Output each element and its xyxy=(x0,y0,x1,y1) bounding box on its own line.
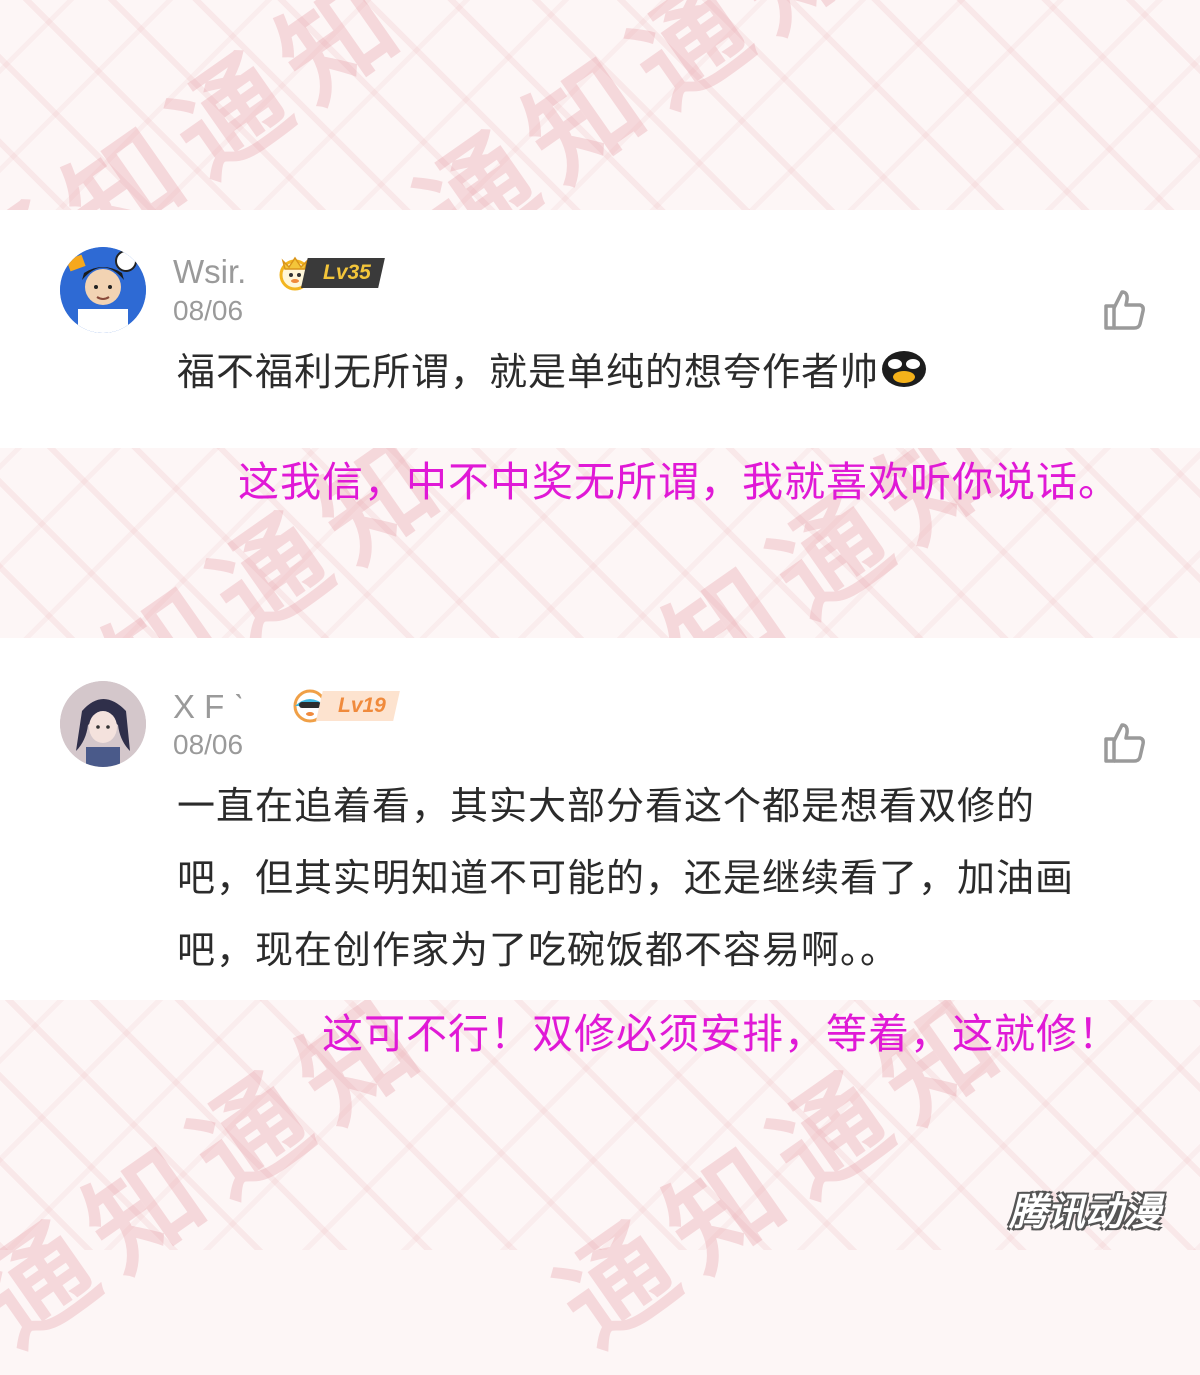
comment-line: 一直在追着看，其实大部分看这个都是想看双修的 xyxy=(177,784,1036,828)
sunglasses-emoji-icon xyxy=(881,339,927,411)
author-reply: 这可不行！双修必须安排，等着，这就修！ xyxy=(322,1010,1120,1058)
author-reply: 这我信，中不中奖无所谓，我就喜欢听你说话。 xyxy=(238,458,1120,506)
comment-text-content: 福不福利无所谓，就是单纯的想夸作者帅 xyxy=(177,350,880,394)
level-label: Lv35 xyxy=(301,258,385,288)
comment-text: 一直在追着看，其实大部分看这个都是想看双修的 吧，但其实明知道不可能的，还是继续… xyxy=(177,770,1167,986)
avatar-illustration-icon xyxy=(60,681,146,767)
username[interactable]: X F ˋ xyxy=(173,688,245,726)
username[interactable]: Wsir. xyxy=(173,253,246,291)
comment-date: 08/06 xyxy=(173,729,244,760)
thumbs-up-icon xyxy=(1104,290,1145,330)
like-button[interactable] xyxy=(1100,719,1148,767)
comment-text: 福不福利无所谓，就是单纯的想夸作者帅 xyxy=(177,336,1167,411)
level-badge: Lv35 xyxy=(275,255,385,291)
like-button[interactable] xyxy=(1100,286,1148,334)
level-label: Lv19 xyxy=(316,691,400,721)
user-avatar[interactable] xyxy=(60,247,146,333)
comment-date: 08/06 xyxy=(173,295,244,326)
level-badge: Lv19 xyxy=(290,688,400,724)
avatar-illustration-icon xyxy=(60,247,146,333)
comment-line: 吧，但其实明知道不可能的，还是继续看了，加油画 xyxy=(177,856,1075,900)
brand-logo: 腾讯动漫 xyxy=(1008,1189,1161,1234)
user-avatar[interactable] xyxy=(60,681,146,767)
comment-line: 吧，现在创作家为了吃碗饭都不容易啊。。 xyxy=(177,928,900,972)
thumbs-up-icon xyxy=(1104,723,1145,763)
comment-card-1 xyxy=(0,210,1200,448)
